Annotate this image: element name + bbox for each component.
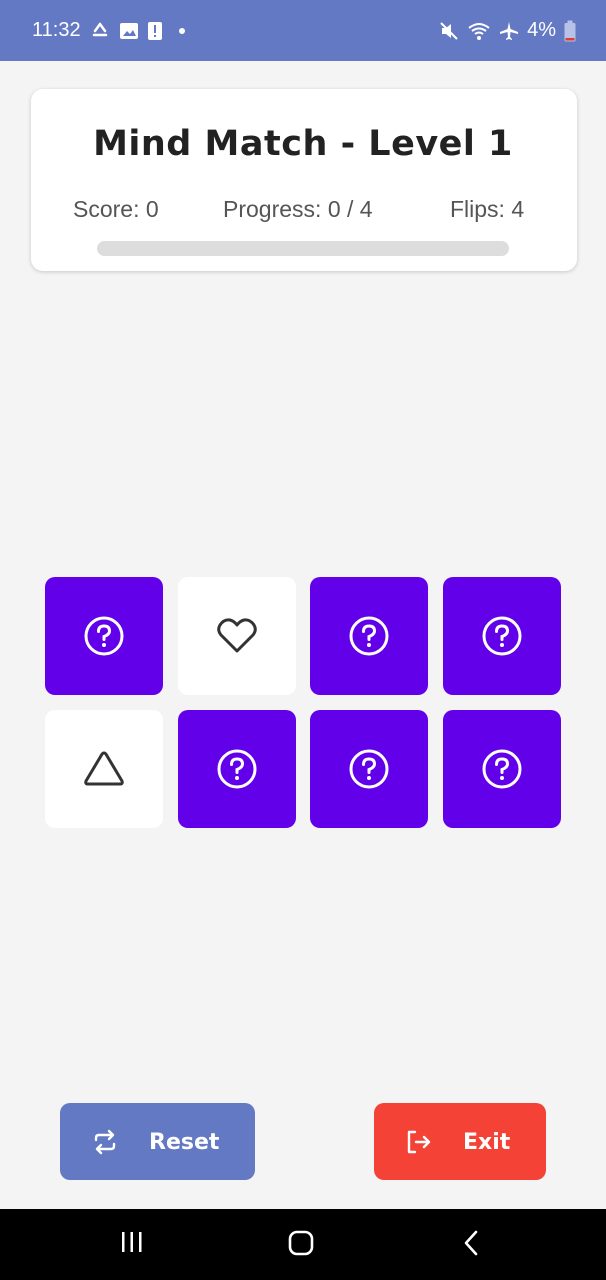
card-2[interactable] — [178, 577, 296, 695]
sync-icon — [89, 21, 111, 41]
page-title: Mind Match - Level 1 — [93, 124, 513, 164]
card-5[interactable] — [45, 710, 163, 828]
question-icon — [480, 747, 524, 791]
card-8[interactable] — [443, 710, 561, 828]
card-1[interactable] — [45, 577, 163, 695]
status-left: 11:32 — [32, 19, 185, 42]
score-text: Score: 0 — [73, 196, 159, 222]
dot-icon — [178, 27, 185, 34]
progress-bar — [97, 241, 509, 256]
status-right: 4% — [439, 19, 576, 42]
question-icon — [82, 614, 126, 658]
mute-icon — [439, 21, 459, 41]
airplane-icon — [499, 21, 519, 41]
battery-icon — [564, 20, 576, 42]
heart-icon — [215, 614, 259, 658]
question-icon — [347, 614, 391, 658]
question-icon — [215, 747, 259, 791]
status-time: 11:32 — [32, 19, 81, 41]
battery-text: 4% — [527, 19, 556, 41]
back-icon[interactable] — [459, 1229, 483, 1261]
navigation-bar — [0, 1209, 606, 1280]
alert-icon — [147, 21, 163, 41]
repeat-icon — [91, 1128, 119, 1162]
question-icon — [480, 614, 524, 658]
triangle-icon — [82, 747, 126, 791]
status-bar: 11:32 4% — [0, 0, 606, 61]
progress-text: Progress: 0 / 4 — [223, 196, 373, 222]
exit-icon — [404, 1128, 432, 1162]
reset-button[interactable]: Reset — [60, 1103, 255, 1180]
card-6[interactable] — [178, 710, 296, 828]
exit-label: Exit — [463, 1130, 511, 1155]
image-icon — [119, 22, 139, 40]
card-3[interactable] — [310, 577, 428, 695]
card-4[interactable] — [443, 577, 561, 695]
home-icon[interactable] — [287, 1229, 315, 1261]
question-icon — [347, 747, 391, 791]
flips-text: Flips: 4 — [450, 196, 525, 222]
exit-button[interactable]: Exit — [374, 1103, 546, 1180]
reset-label: Reset — [149, 1130, 220, 1155]
card-7[interactable] — [310, 710, 428, 828]
wifi-icon — [467, 21, 491, 41]
recent-apps-icon[interactable] — [120, 1229, 144, 1259]
